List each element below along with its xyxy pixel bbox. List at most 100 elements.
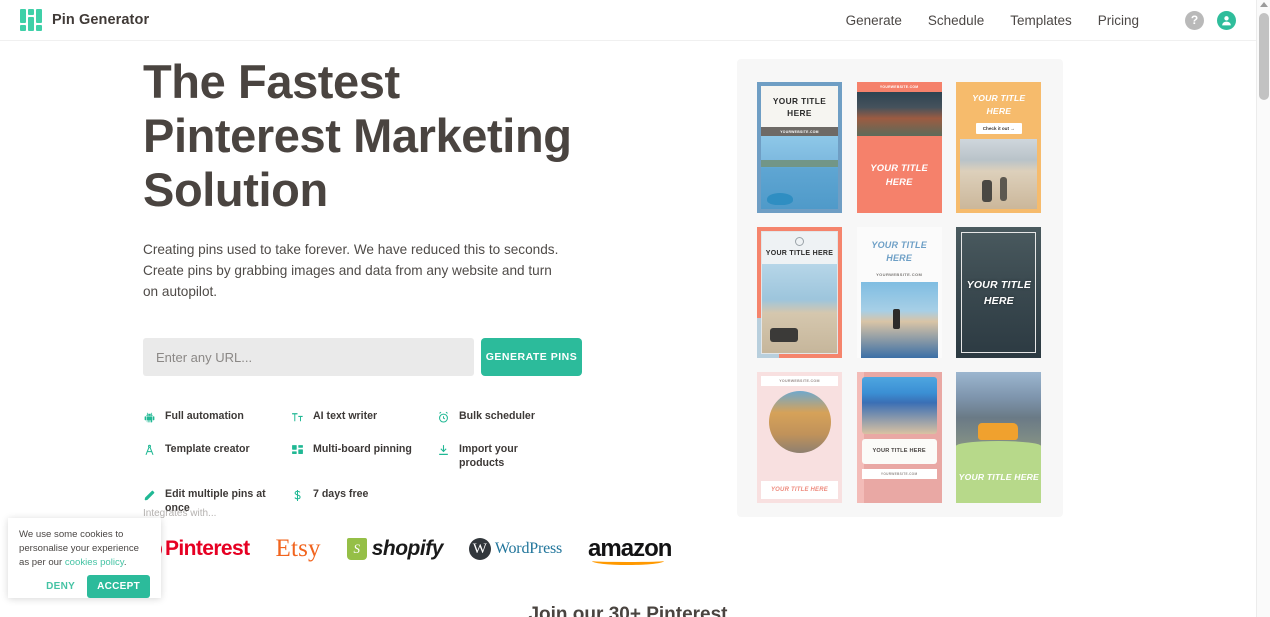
brand-name: Pin Generator — [52, 12, 150, 28]
shopify-logo: S shopify — [346, 537, 444, 561]
pin-photo — [860, 282, 938, 358]
grid-icon — [291, 444, 304, 458]
feature-import-products: Import your products — [437, 443, 613, 470]
feature-label: Bulk scheduler — [459, 410, 535, 422]
feature-label: Template creator — [165, 443, 250, 455]
integrations-label: Integrates with... — [143, 508, 217, 519]
nav-item-schedule[interactable]: Schedule — [928, 13, 984, 28]
feature-label: 7 days free — [313, 488, 369, 500]
scroll-up-arrow-icon[interactable] — [1260, 2, 1268, 7]
pin-title: YOUR TITLE HERE — [972, 93, 1026, 116]
pin-template-3[interactable]: YOUR TITLE HERE Check it out → — [956, 82, 1042, 213]
generate-pins-button[interactable]: GENERATE PINS — [481, 338, 582, 376]
pin-preview-panel: YOUR TITLE HERE YOURWEBSITE.COM YOURWEBS… — [737, 59, 1063, 517]
pin-template-grid: YOUR TITLE HERE YOURWEBSITE.COM YOURWEBS… — [757, 82, 1043, 503]
header-icons: ? — [1185, 10, 1236, 30]
compass-icon — [143, 444, 156, 458]
cookie-deny-button[interactable]: DENY — [40, 577, 81, 596]
cookie-consent-banner: We use some cookies to personalise your … — [8, 518, 161, 598]
bottom-teaser-heading: Join our 30+ Pinterest — [528, 604, 728, 617]
amazon-smile-icon — [592, 557, 664, 565]
pin-url: YOURWEBSITE.COM — [861, 469, 937, 479]
pin-photo — [762, 264, 837, 353]
pin-url: YOURWEBSITE.COM — [876, 272, 923, 277]
feature-bulk-scheduler: Bulk scheduler — [437, 410, 613, 425]
download-icon — [437, 444, 450, 458]
pen-icon — [143, 489, 156, 503]
page-root: Pin Generator Generate Schedule Template… — [0, 0, 1270, 617]
feature-label: AI text writer — [313, 410, 378, 422]
integration-logos: P Pinterest Etsy S shopify W WordPress a… — [143, 535, 672, 565]
grid-logo-icon — [20, 9, 42, 31]
pin-template-1[interactable]: YOUR TITLE HERE YOURWEBSITE.COM — [757, 82, 842, 213]
hero-section: The Fastest Pinterest Marketing Solution… — [143, 55, 613, 515]
nav-item-pricing[interactable]: Pricing — [1098, 13, 1139, 28]
robot-icon — [143, 411, 156, 425]
feature-template-creator: Template creator — [143, 443, 291, 470]
nav-item-generate[interactable]: Generate — [846, 13, 902, 28]
pin-title: YOUR TITLE HERE — [861, 439, 937, 464]
feature-ai-text-writer: AI text writer — [291, 410, 437, 425]
nav-item-templates[interactable]: Templates — [1010, 13, 1072, 28]
pin-url: YOURWEBSITE.COM — [761, 376, 838, 386]
pin-badge-icon — [795, 237, 804, 246]
help-circle-icon[interactable]: ? — [1185, 10, 1204, 30]
pin-photo — [956, 372, 1042, 451]
pin-title: YOUR TITLE HERE — [765, 250, 834, 257]
feature-label: Import your products — [459, 443, 518, 469]
site-header: Pin Generator Generate Schedule Template… — [0, 0, 1256, 41]
shopify-label: shopify — [371, 537, 444, 560]
pin-template-8[interactable]: YOUR TITLE HERE YOURWEBSITE.COM — [856, 372, 942, 503]
cookie-text-after: . — [123, 557, 127, 568]
hero-title-line-2: Pinterest Marketing — [143, 109, 572, 162]
scrollbar-thumb[interactable] — [1259, 13, 1269, 100]
pin-template-7[interactable]: YOURWEBSITE.COM YOUR TITLE HERE — [757, 372, 842, 503]
feature-list: Full automation AI text writer Bulk sche… — [143, 410, 613, 515]
cookie-text: We use some cookies to personalise your … — [19, 528, 150, 570]
pin-title: YOUR TITLE HERE — [761, 481, 838, 499]
integrations-section: Integrates with... P Pinterest Etsy S sh… — [143, 508, 672, 565]
feature-full-automation: Full automation — [143, 410, 291, 425]
pin-template-9[interactable]: YOUR TITLE HERE — [956, 372, 1042, 503]
page-scrollbar[interactable] — [1256, 0, 1270, 617]
pin-title: YOUR TITLE HERE — [958, 471, 1039, 482]
alarm-clock-icon — [437, 411, 450, 425]
pin-photo — [861, 377, 937, 434]
pin-template-4[interactable]: YOUR TITLE HERE — [757, 227, 842, 358]
pin-photo — [856, 92, 942, 136]
pin-url: YOURWEBSITE.COM — [761, 127, 838, 136]
url-input[interactable] — [143, 338, 474, 376]
feature-label: Multi-board pinning — [313, 443, 412, 455]
account-avatar-icon[interactable] — [1217, 10, 1236, 30]
url-form: GENERATE PINS — [143, 338, 613, 376]
cookie-actions: DENY ACCEPT — [19, 575, 150, 598]
cookie-accept-button[interactable]: ACCEPT — [87, 575, 150, 598]
pinterest-label: Pinterest — [165, 537, 250, 560]
pin-template-2[interactable]: YOURWEBSITE.COM YOUR TITLE HERE — [856, 82, 942, 213]
pin-title: YOUR TITLE HERE — [871, 240, 927, 263]
pin-template-5[interactable]: YOUR TITLE HERE YOURWEBSITE.COM — [856, 227, 942, 358]
pin-photo — [761, 136, 838, 209]
hero-title-line-3: Solution — [143, 163, 328, 216]
cookies-policy-link[interactable]: cookies policy — [65, 557, 124, 568]
amazon-logo: amazon — [588, 535, 672, 565]
pin-title: YOUR TITLE HERE — [870, 161, 929, 187]
pin-url: YOURWEBSITE.COM — [879, 85, 919, 89]
page-title: The Fastest Pinterest Marketing Solution — [143, 55, 613, 217]
pin-title: YOUR TITLE HERE — [772, 96, 827, 118]
pin-photo — [960, 139, 1038, 209]
text-format-icon — [291, 411, 304, 425]
feature-label: Full automation — [165, 410, 244, 422]
wordpress-logo: W WordPress — [468, 538, 563, 560]
hero-title-line-1: The Fastest — [143, 55, 400, 108]
pin-cta: Check it out → — [975, 123, 1022, 134]
feature-multi-board-pinning: Multi-board pinning — [291, 443, 437, 470]
wordpress-label: WordPress — [494, 540, 563, 557]
brand-logo[interactable]: Pin Generator — [20, 9, 149, 31]
dollar-icon — [291, 489, 304, 503]
hero-subtitle: Creating pins used to take forever. We h… — [143, 242, 559, 299]
wordpress-icon: W — [468, 538, 491, 560]
shopify-bag-icon: S — [346, 538, 367, 560]
main-nav: Generate Schedule Templates Pricing ? — [846, 10, 1236, 30]
pin-template-6[interactable]: YOUR TITLE HERE — [956, 227, 1042, 358]
